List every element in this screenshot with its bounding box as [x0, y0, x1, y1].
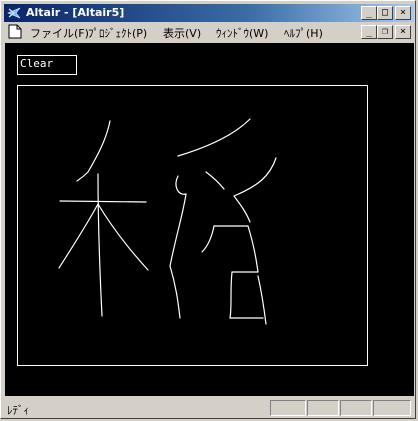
window-title: Altair - [Altair5]: [26, 6, 125, 19]
menu-bar: ファイル(F) ﾌﾟﾛｼﾞｪｸﾄ(P) 表示(V) ｳｨﾝﾄﾞｳ(W) ﾍﾙﾌﾟ…: [4, 23, 414, 41]
mdi-close-button[interactable]: ×: [395, 25, 411, 39]
close-button[interactable]: ×: [395, 6, 411, 20]
status-pane: [270, 400, 306, 416]
stroke: [205, 171, 225, 190]
clear-button[interactable]: Clear: [17, 55, 77, 75]
stroke: [97, 173, 103, 317]
stroke: [58, 203, 99, 269]
title-bar[interactable]: Altair - [Altair5] _ □ ×: [4, 4, 414, 22]
stroke: [247, 225, 259, 273]
stroke: [229, 271, 233, 319]
menu-help[interactable]: ﾍﾙﾌﾟ(H): [284, 25, 323, 41]
stroke: [233, 157, 277, 197]
status-bar: ﾚﾃﾞｨ: [4, 398, 414, 417]
stroke: [177, 118, 251, 157]
menu-window[interactable]: ｳｨﾝﾄﾞｳ(W): [216, 25, 268, 41]
menu-project[interactable]: ﾌﾟﾛｼﾞｪｸﾄ(P): [88, 25, 147, 41]
client-area: Clear: [5, 43, 414, 396]
mdi-minimize-button[interactable]: _: [361, 25, 377, 39]
status-pane: [340, 400, 372, 416]
handwriting-strokes: [58, 118, 277, 325]
mdi-restore-button[interactable]: ❐: [377, 25, 393, 39]
menu-file[interactable]: ファイル(F): [30, 25, 89, 41]
altair-app-icon: [7, 7, 21, 19]
stroke: [257, 275, 267, 325]
status-pane: [307, 400, 339, 416]
stroke: [169, 265, 181, 319]
stroke: [233, 195, 251, 223]
stroke: [175, 175, 187, 195]
stroke: [76, 120, 111, 182]
menu-view[interactable]: 表示(V): [163, 25, 201, 41]
stroke: [59, 200, 147, 203]
stroke: [169, 193, 187, 267]
drawing-canvas[interactable]: [17, 85, 368, 366]
maximize-button[interactable]: □: [377, 6, 393, 20]
document-icon[interactable]: [8, 24, 22, 39]
minimize-button[interactable]: _: [361, 6, 377, 20]
status-text: ﾚﾃﾞｨ: [7, 404, 29, 417]
stroke: [97, 203, 149, 271]
status-pane: [373, 400, 411, 416]
stroke: [201, 225, 215, 253]
app-window: Altair - [Altair5] _ □ × ファイル(F) ﾌﾟﾛｼﾞｪｸ…: [0, 0, 416, 419]
